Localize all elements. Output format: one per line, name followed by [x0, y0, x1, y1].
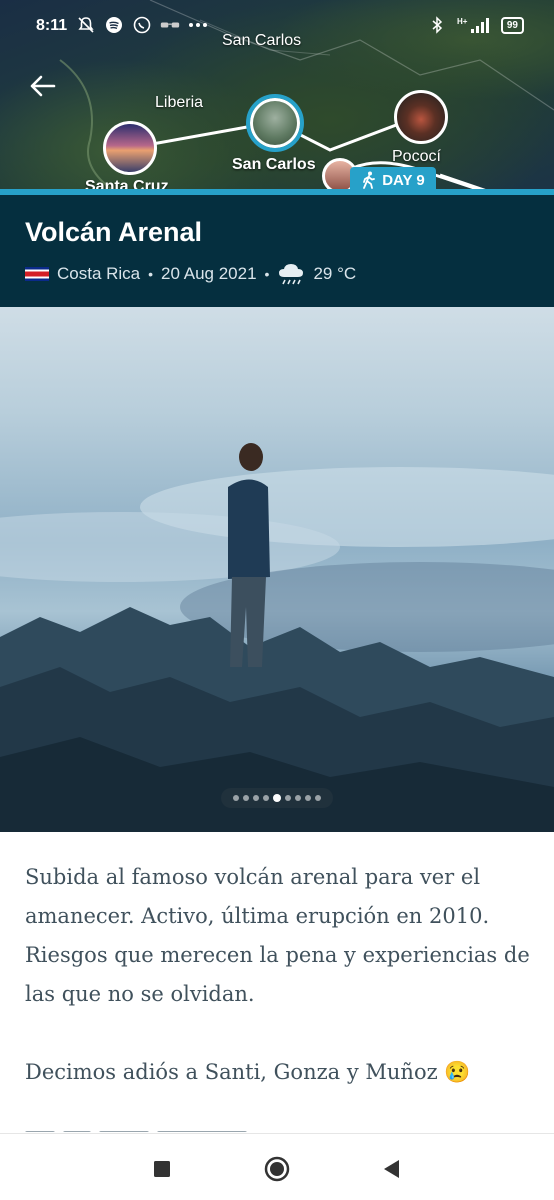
carousel-dot[interactable] [253, 795, 259, 801]
stop-san-carlos-current[interactable] [246, 94, 304, 152]
signal-icon: H+ [457, 15, 491, 35]
status-time: 8:11 [36, 17, 68, 34]
glasses-icon [160, 15, 180, 35]
nav-back-button[interactable] [378, 1156, 404, 1182]
walking-icon [363, 171, 376, 189]
home-button[interactable] [264, 1156, 290, 1182]
photo-scene [0, 443, 554, 832]
carousel-dot[interactable] [295, 795, 301, 801]
bluetooth-icon [427, 15, 447, 35]
stop-pococi[interactable] [394, 90, 448, 144]
costa-rica-flag-icon [25, 267, 49, 281]
carousel-dot[interactable] [273, 794, 281, 802]
place-title: Volcán Arenal [25, 217, 203, 247]
more-icon [188, 15, 208, 35]
recents-icon [154, 1161, 170, 1177]
description-paragraph-2: Decimos adiós a Santi, Gonza y Muñoz 😢 [25, 1060, 471, 1084]
cloud-rain-icon [279, 264, 304, 285]
meta-row: Costa Rica • 20 Aug 2021 • 29 °C [25, 262, 356, 286]
carousel-dot[interactable] [285, 795, 291, 801]
back-icon [384, 1160, 399, 1178]
title-band: Volcán Arenal Costa Rica • 20 Aug 2021 •… [0, 195, 554, 307]
separator-dot: • [148, 266, 154, 282]
description-paragraph-1: Subida al famoso volcán arenal para ver … [25, 865, 530, 1006]
country-name: Costa Rica [57, 264, 141, 283]
carousel-dot[interactable] [305, 795, 311, 801]
notification-icons [76, 15, 208, 35]
temperature: 29 °C [313, 264, 357, 283]
system-icons: H+ 99 [427, 15, 524, 35]
description: Subida al famoso volcán arenal para ver … [25, 858, 530, 1092]
separator-dot: • [264, 266, 270, 282]
carousel-dot[interactable] [243, 795, 249, 801]
whatsapp-icon [132, 15, 152, 35]
back-button[interactable] [22, 66, 62, 106]
carousel-dots[interactable] [221, 788, 333, 808]
system-nav-bar [0, 1133, 554, 1200]
map-label-san-carlos-top: San Carlos [222, 32, 302, 49]
map-label-liberia: Liberia [155, 94, 204, 111]
mute-icon [76, 15, 96, 35]
place-photo[interactable] [0, 307, 554, 832]
home-icon [264, 1156, 290, 1182]
carousel-dot[interactable] [263, 795, 269, 801]
visit-date: 20 Aug 2021 [161, 264, 257, 283]
arrow-left-icon [30, 75, 56, 97]
battery-level: 99 [506, 19, 518, 31]
carousel-dot[interactable] [233, 795, 239, 801]
trip-map[interactable]: 8:11 H+ 99 San Carlos Liberia San Carlos… [0, 0, 554, 195]
map-label-san-carlos: San Carlos [232, 156, 316, 173]
day-badge-label: DAY 9 [382, 171, 425, 189]
network-type: H+ [457, 17, 468, 26]
battery-icon: 99 [500, 16, 524, 34]
map-label-pococi: Pococí [392, 148, 441, 165]
recents-button[interactable] [149, 1156, 175, 1182]
stop-santa-cruz[interactable] [103, 121, 157, 175]
truncated-text-line [25, 1122, 265, 1132]
spotify-icon [104, 15, 124, 35]
carousel-dot[interactable] [315, 795, 321, 801]
